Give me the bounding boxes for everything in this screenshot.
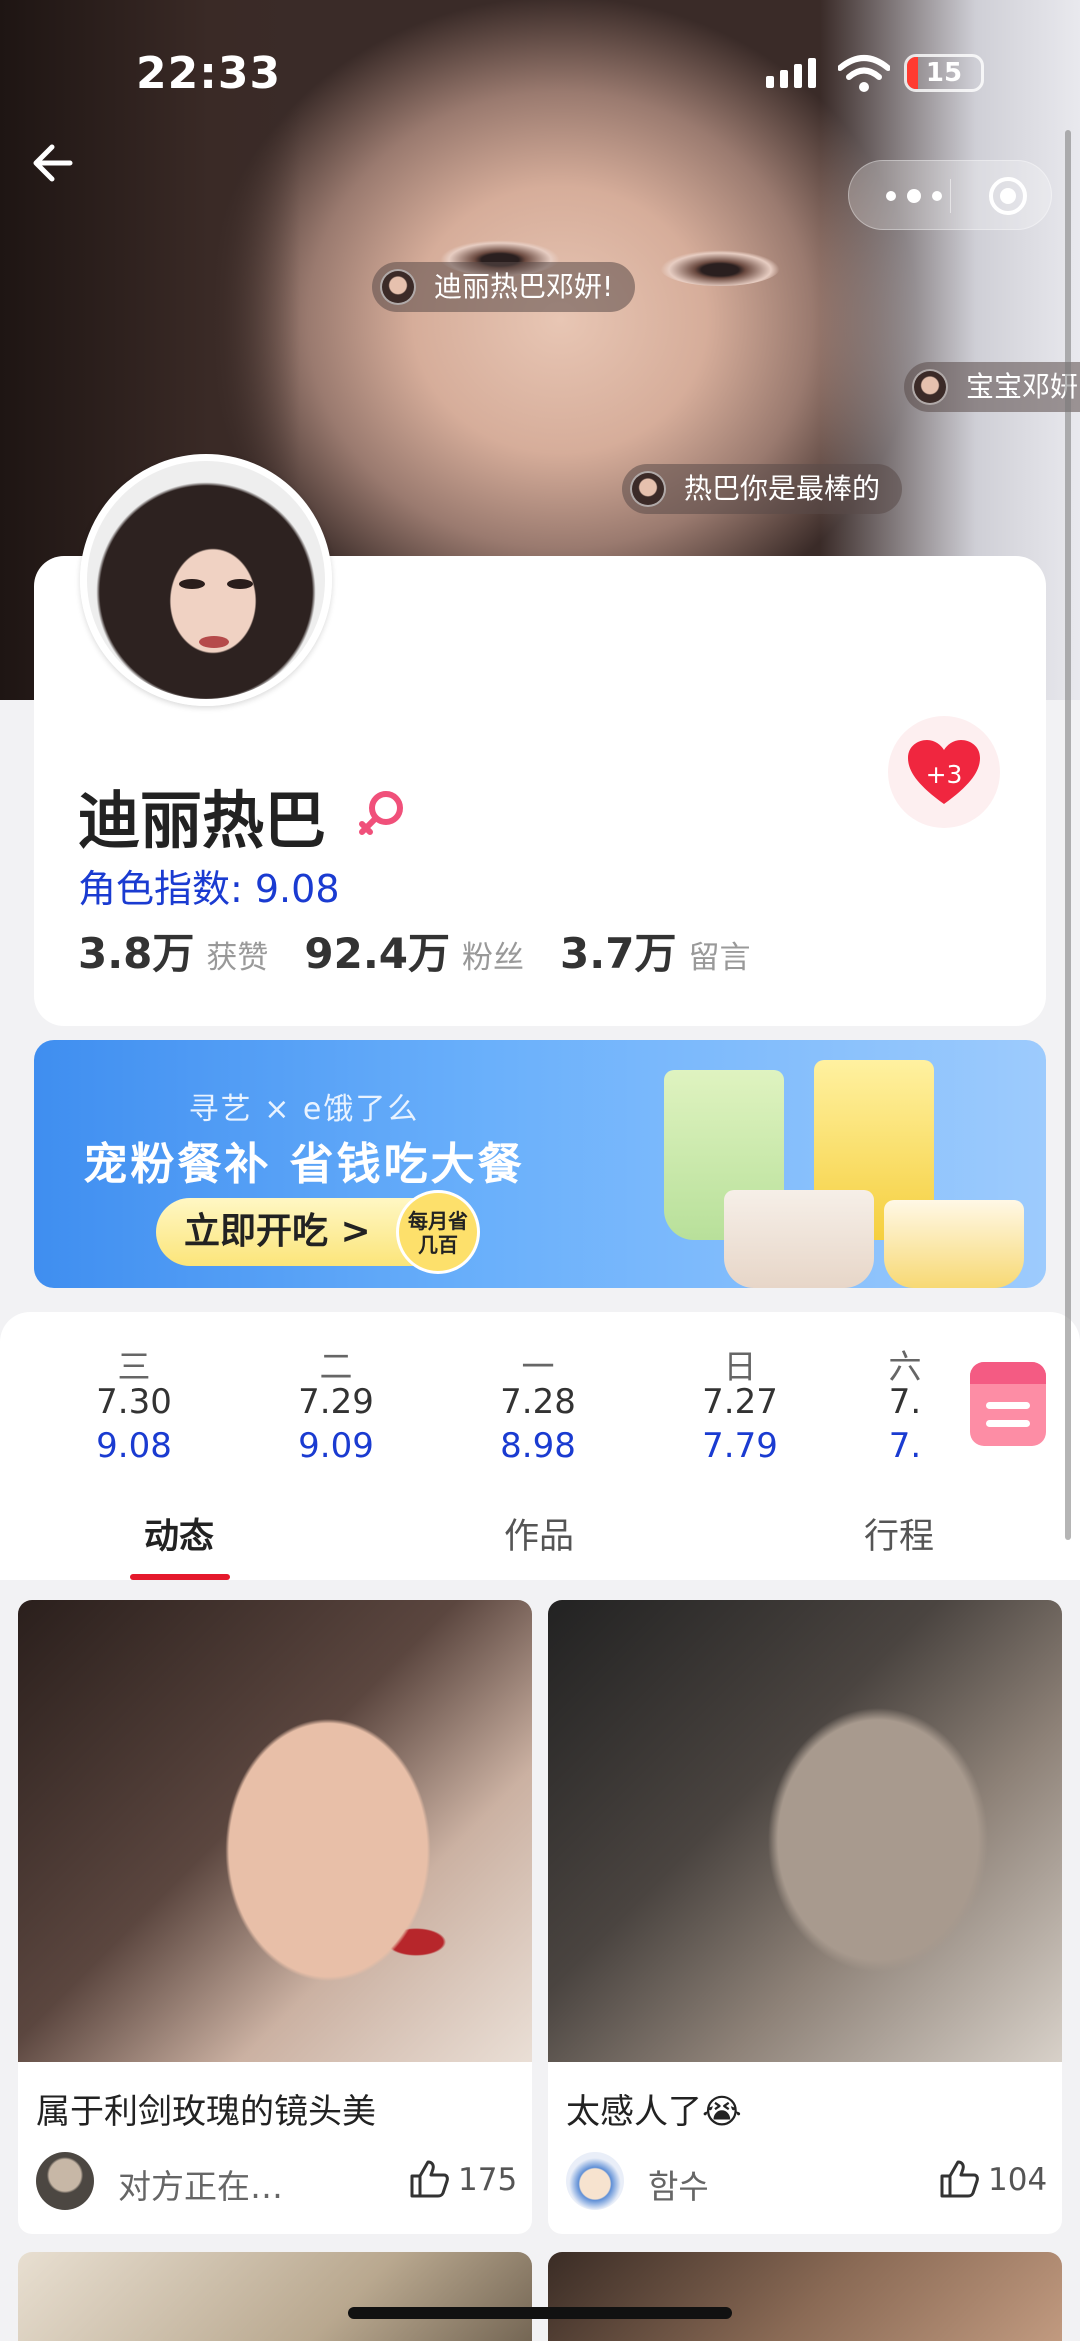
feed-card-partial[interactable] [548, 2252, 1062, 2341]
promo-banner[interactable]: 寻艺 × e饿了么 宠粉餐补 省钱吃大餐 立即开吃 > 每月省几百 [34, 1040, 1046, 1288]
calendar-weekday: 一 [521, 1347, 555, 1386]
stat-value: 3.8万 [78, 929, 195, 978]
danmaku-avatar [912, 369, 948, 405]
battery-level: 15 [925, 58, 963, 88]
profile-page: 22:33 15 迪丽热巴邓妍! 宝宝邓妍 热巴你是最棒的 迪丽热巴 +3 角色… [0, 0, 1080, 2341]
back-arrow-icon[interactable] [28, 135, 84, 191]
calendar-date: 7.30 [96, 1382, 172, 1422]
stat-unit: 粉丝 [462, 940, 525, 976]
calendar-score: 9.08 [96, 1426, 172, 1466]
post-image[interactable] [18, 1600, 532, 2062]
score-calendar-section: 三 7.30 9.08 二 7.29 9.09 一 7.28 8.98 日 7.… [0, 1312, 1080, 1580]
like-count-badge: +3 [925, 760, 963, 789]
calendar-day[interactable]: 六 7. 7. [872, 1340, 938, 1466]
danmaku-avatar [380, 269, 416, 305]
calendar-date: 7.28 [500, 1382, 576, 1422]
thumbs-up-icon[interactable] [408, 2158, 450, 2200]
drink-image [724, 1190, 874, 1288]
calendar-date: 7. [888, 1382, 922, 1422]
tab-moments[interactable]: 动态 [144, 1508, 214, 1559]
danmaku-bubble: 迪丽热巴邓妍! [372, 262, 636, 312]
status-time: 22:33 [136, 48, 282, 99]
danmaku-text: 热巴你是最棒的 [684, 472, 881, 505]
post-username[interactable]: 对方正在… [118, 2160, 283, 2208]
tab-schedule[interactable]: 行程 [864, 1508, 934, 1559]
calendar-score: 7. [888, 1426, 922, 1466]
thumbs-up-icon[interactable] [938, 2158, 980, 2200]
calendar-weekday: 三 [117, 1347, 151, 1386]
female-gender-icon [359, 791, 403, 835]
danmaku-bubble: 热巴你是最棒的 [622, 464, 903, 514]
user-avatar[interactable] [36, 2152, 94, 2210]
home-indicator[interactable] [348, 2307, 732, 2319]
like-count: 104 [988, 2162, 1048, 2198]
calendar-weekday: 六 [888, 1347, 922, 1386]
signal-icon [766, 58, 816, 88]
hero-eye-right [660, 250, 780, 286]
status-bar: 22:33 15 [0, 40, 1080, 110]
calendar-score: 9.09 [298, 1426, 374, 1466]
feed-card[interactable]: 属于利剑玫瑰的镜头美 对方正在… 175 [18, 1600, 532, 2234]
calendar-date: 7.29 [298, 1382, 374, 1422]
scrollbar[interactable] [1065, 130, 1071, 1540]
like-count: 175 [458, 2162, 518, 2198]
calendar-weekday: 日 [723, 1347, 757, 1386]
calendar-day[interactable]: 二 7.29 9.09 [266, 1340, 406, 1466]
user-avatar[interactable] [566, 2152, 624, 2210]
feed-card[interactable]: 太感人了😭 함수 104 [548, 1600, 1062, 2234]
stat-value: 92.4万 [304, 929, 451, 978]
battery-icon: 15 [904, 54, 984, 92]
banner-headline: 宠粉餐补 省钱吃大餐 [83, 1139, 525, 1190]
active-tab-indicator [130, 1574, 230, 1580]
close-miniapp-icon[interactable] [987, 175, 1029, 217]
danmaku-text: 宝宝邓妍 [966, 370, 1079, 403]
danmaku-bubble: 宝宝邓妍 [904, 362, 1080, 412]
miniapp-capsule [848, 160, 1052, 230]
calendar-weekday: 二 [319, 1347, 353, 1386]
post-username[interactable]: 함수 [648, 2160, 709, 2208]
profile-stats: 3.8万 获赞 92.4万 粉丝 3.7万 留言 [78, 920, 786, 981]
calendar-day[interactable]: 一 7.28 8.98 [468, 1340, 608, 1466]
calendar-score: 7.79 [702, 1426, 778, 1466]
calendar-day[interactable]: 三 7.30 9.08 [64, 1340, 204, 1466]
calendar-date: 7.27 [702, 1382, 778, 1422]
danmaku-avatar [630, 471, 666, 507]
tab-works[interactable]: 作品 [504, 1508, 574, 1559]
banner-badge: 每月省几百 [396, 1190, 480, 1274]
drink-image [884, 1200, 1024, 1288]
wifi-icon [838, 55, 890, 92]
feed-card-partial[interactable] [18, 2252, 532, 2341]
calendar-score: 8.98 [500, 1426, 576, 1466]
avatar[interactable] [80, 454, 332, 706]
calendar-day[interactable]: 日 7.27 7.79 [670, 1340, 810, 1466]
banner-brands: 寻艺 × e饿了么 [188, 1092, 420, 1127]
stat-value: 3.7万 [560, 929, 677, 978]
capsule-divider [950, 179, 951, 213]
danmaku-text: 迪丽热巴邓妍! [434, 270, 614, 303]
stat-unit: 获赞 [206, 940, 269, 976]
role-index: 角色指数: 9.08 [78, 867, 340, 911]
like-button[interactable]: +3 [888, 716, 1000, 828]
more-dots-icon[interactable] [879, 179, 949, 213]
calendar-icon[interactable] [970, 1362, 1046, 1446]
profile-name: 迪丽热巴 [78, 784, 327, 857]
stat-unit: 留言 [688, 940, 751, 976]
post-caption: 属于利剑玫瑰的镜头美 [36, 2092, 376, 2132]
post-image[interactable] [548, 1600, 1062, 2062]
post-caption: 太感人了😭 [566, 2092, 742, 2132]
